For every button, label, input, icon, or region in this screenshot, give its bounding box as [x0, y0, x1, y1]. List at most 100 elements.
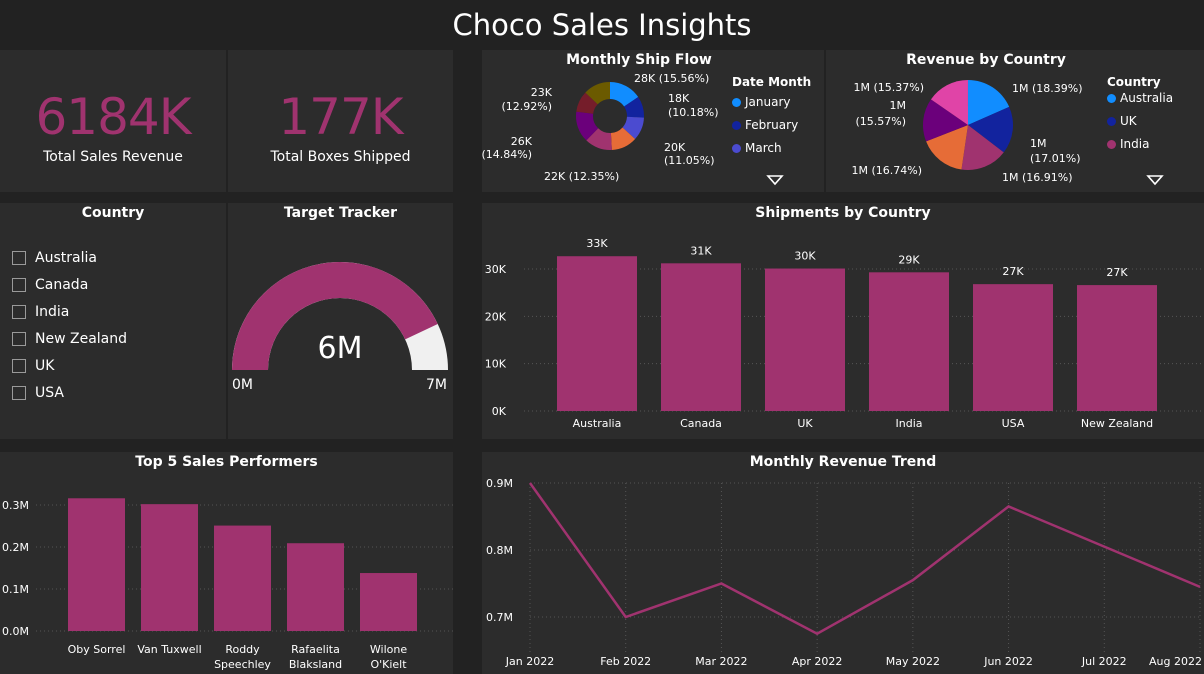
monthly-ship-flow-panel: Monthly Ship Flow 28K (15.56%) 18K (10.18%… — [482, 50, 824, 192]
x-tick-label: Jun 2022 — [983, 655, 1033, 668]
legend-label: January — [745, 95, 791, 109]
revenue-by-country-title: Revenue by Country — [906, 52, 1066, 68]
y-tick-label: 0.8M — [486, 544, 513, 557]
bar[interactable] — [141, 504, 198, 631]
legend-label: Australia — [1120, 91, 1174, 105]
kpi-revenue-label: Total Sales Revenue — [43, 149, 183, 165]
pie-data-label: 1M (16.91%) — [1002, 171, 1073, 184]
country-slicer-title: Country — [81, 205, 145, 221]
performers-bar-chart[interactable]: 0.0M 0.1M 0.2M 0.3M Oby Sorrel Van Tuxwell Rod… — [0, 452, 453, 674]
target-tracker-title: Target Tracker — [283, 205, 398, 221]
y-tick-label: 0.9M — [486, 477, 513, 490]
slicer-option-canada[interactable]: Canada — [12, 275, 88, 295]
bar-data-label: 31K — [690, 244, 712, 257]
pie-data-label: 1M — [890, 99, 907, 112]
legend-dot-icon — [732, 143, 741, 153]
slicer-option-australia[interactable]: Australia — [12, 248, 97, 268]
bar[interactable] — [1077, 285, 1157, 411]
y-tick-label: 30K — [485, 263, 507, 276]
revenue-trend-panel: Monthly Revenue Trend 0.7M 0.8M 0.9M Jan 20… — [482, 452, 1204, 674]
slicer-option-label: India — [35, 304, 70, 320]
x-tick-label: Roddy — [225, 643, 260, 656]
shipments-bar-chart[interactable]: 0K 10K 20K 30K 33K Australia 31K Canada 30K UK 29K… — [482, 203, 1204, 439]
y-tick-label: 0.2M — [2, 541, 29, 554]
y-tick-label: 10K — [485, 358, 507, 371]
donut-data-label: 23K — [531, 86, 553, 99]
y-tick-label: 0.0M — [2, 625, 29, 638]
x-tick-label: Oby Sorrel — [68, 643, 126, 656]
checkbox[interactable] — [12, 386, 26, 400]
pie-data-label: 1M (16.74%) — [851, 164, 922, 177]
x-tick-label: Jan 2022 — [505, 655, 554, 668]
legend-item-march[interactable]: March — [732, 141, 822, 155]
bar[interactable] — [360, 573, 417, 631]
slicer-option-label: Canada — [35, 277, 89, 293]
gauge-value: 6M — [317, 331, 363, 366]
bar-data-label: 33K — [586, 237, 608, 250]
x-tick-label: Wilone — [370, 643, 407, 656]
x-tick-label: Canada — [680, 417, 722, 430]
donut-data-label: (14.84%) — [482, 148, 532, 161]
bar[interactable] — [869, 272, 949, 411]
bar[interactable] — [214, 525, 271, 631]
y-tick-label: 20K — [485, 310, 507, 323]
x-tick-label: Jul 2022 — [1081, 655, 1127, 668]
shipments-by-country-panel: Shipments by Country 0K 10K 20K 30K 33K Austr… — [482, 203, 1204, 439]
x-tick-label: May 2022 — [886, 655, 940, 668]
donut-data-label: (10.18%) — [668, 106, 719, 119]
kpi-boxes-label: Total Boxes Shipped — [270, 149, 411, 165]
kpi-boxes-card[interactable]: 177K Total Boxes Shipped — [228, 50, 453, 192]
gauge-min-label: 0M — [232, 377, 253, 393]
legend-item-january[interactable]: January — [732, 95, 822, 109]
x-tick-label: Australia — [573, 417, 622, 430]
target-tracker-panel: Target Tracker 6M 0M 7M — [228, 203, 453, 439]
bar[interactable] — [661, 263, 741, 411]
legend-dot-icon — [1107, 93, 1116, 103]
x-tick-label: India — [896, 417, 923, 430]
revenue-trend-line-chart[interactable]: 0.7M 0.8M 0.9M Jan 2022 Feb 2022 Mar 2022 Apr … — [482, 452, 1204, 674]
x-tick-label: Speechley — [214, 658, 271, 671]
checkbox[interactable] — [12, 278, 26, 292]
bar[interactable] — [287, 543, 344, 631]
x-tick-label: UK — [797, 417, 813, 430]
checkbox[interactable] — [12, 305, 26, 319]
revenue-line[interactable] — [528, 482, 1201, 636]
x-tick-label: Feb 2022 — [600, 655, 651, 668]
legend-scroll-down-icon[interactable] — [1146, 174, 1164, 186]
legend-dot-icon — [732, 120, 741, 130]
legend-scroll-down-icon[interactable] — [766, 174, 784, 186]
monthly-ship-flow-donut[interactable]: 28K (15.56%) 18K(10.18%) 20K(11.05%) 22K (1… — [482, 70, 732, 192]
bar[interactable] — [68, 498, 125, 631]
bar-data-label: 27K — [1106, 266, 1128, 279]
bar[interactable] — [557, 256, 637, 411]
bar[interactable] — [765, 268, 845, 411]
x-tick-label: Apr 2022 — [792, 655, 843, 668]
kpi-revenue-card[interactable]: 6184K Total Sales Revenue — [0, 50, 226, 192]
y-tick-label: 0.1M — [2, 583, 29, 596]
legend-label: February — [745, 118, 799, 132]
legend-label: India — [1120, 137, 1150, 151]
checkbox[interactable] — [12, 251, 26, 265]
legend-item-uk[interactable]: UK — [1107, 114, 1203, 128]
donut-data-label: 18K — [668, 92, 690, 105]
legend-item-india[interactable]: India — [1107, 137, 1203, 151]
legend-item-february[interactable]: February — [732, 118, 822, 132]
checkbox[interactable] — [12, 359, 26, 373]
ship-flow-legend-title: Date Month — [732, 75, 812, 89]
slicer-option-usa[interactable]: USA — [12, 383, 64, 403]
pie-data-label: (15.57%) — [855, 115, 906, 128]
slicer-option-india[interactable]: India — [12, 302, 69, 322]
legend-dot-icon — [1107, 116, 1116, 126]
bar[interactable] — [973, 284, 1053, 411]
kpi-revenue-value: 6184K — [35, 88, 191, 146]
legend-label: UK — [1120, 114, 1137, 128]
x-tick-label: USA — [1002, 417, 1025, 430]
legend-item-australia[interactable]: Australia — [1107, 91, 1203, 105]
pie-data-label: 1M — [1030, 137, 1047, 150]
bar-data-label: 30K — [794, 250, 816, 263]
slicer-option-uk[interactable]: UK — [12, 356, 54, 376]
y-tick-label: 0.3M — [2, 499, 29, 512]
revenue-by-country-pie[interactable]: 1M (18.39%) 1M (17.01%) 1M (16.91%) 1M (16.7… — [826, 70, 1106, 192]
slicer-option-new-zealand[interactable]: New Zealand — [12, 329, 127, 349]
checkbox[interactable] — [12, 332, 26, 346]
